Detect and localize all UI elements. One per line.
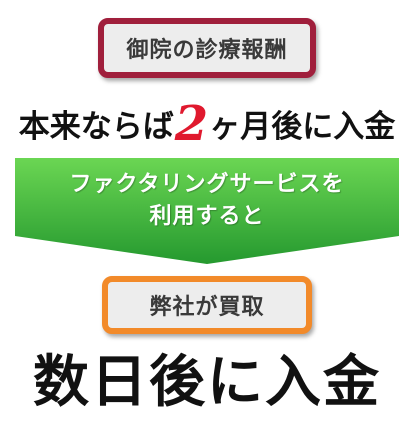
- headline-few-days: 数日後に入金: [33, 349, 381, 415]
- top-box-label: 御院の診療報酬: [126, 38, 288, 63]
- arrow-text-line-2: 利用すると: [149, 204, 265, 229]
- arrow-text-line-1: ファクタリングサービスを: [69, 172, 345, 197]
- down-arrow-banner: ファクタリングサービスを 利用すると: [15, 158, 399, 264]
- middle-box-label: 弊社が買取: [149, 295, 265, 320]
- headline-two-months: 本来ならば2ヶ月後に入金: [0, 96, 414, 155]
- top-box: 御院の診療報酬: [98, 18, 316, 78]
- headline-1-after: ヶ月後に入金: [209, 109, 396, 145]
- headline-1-accent-number: 2: [174, 96, 209, 152]
- headline-1-before: 本来ならば: [18, 109, 174, 145]
- middle-box: 弊社が買取: [102, 276, 312, 334]
